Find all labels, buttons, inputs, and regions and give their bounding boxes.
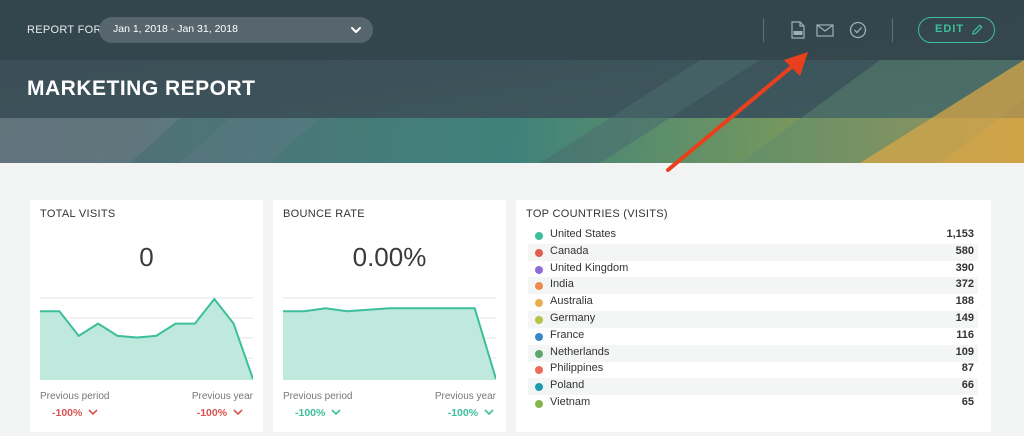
date-range-select[interactable]: Jan 1, 2018 - Jan 31, 2018 <box>99 17 373 43</box>
previous-period-label: Previous period <box>40 391 110 402</box>
country-row: United States 1,153 <box>528 227 978 244</box>
toolbar-divider <box>892 18 893 42</box>
report-for-label: REPORT FOR <box>27 24 102 36</box>
legend-dot <box>535 366 543 375</box>
edit-label: EDIT <box>935 23 965 35</box>
pencil-icon <box>972 24 983 35</box>
previous-year-label: Previous year <box>191 391 253 402</box>
pdf-icon[interactable] <box>788 20 808 40</box>
chevron-down-icon <box>331 409 341 416</box>
country-visits: 109 <box>955 345 974 358</box>
country-name: Philippines <box>550 362 604 375</box>
toolbar-divider <box>763 18 764 42</box>
total-visits-value: 0 <box>139 242 154 272</box>
country-name: France <box>550 328 585 341</box>
chevron-down-icon <box>351 27 361 33</box>
previous-year-label: Previous year <box>434 391 496 402</box>
card-title: TOP COUNTRIES (VISITS) <box>526 208 668 220</box>
country-name: Netherlands <box>550 345 610 358</box>
legend-dot <box>535 383 543 392</box>
legend-dot <box>535 248 543 257</box>
chevron-down-icon <box>484 409 494 416</box>
card-title: TOTAL VISITS <box>40 208 116 220</box>
previous-period-value: -100% <box>295 407 341 419</box>
country-name: United States <box>550 228 617 240</box>
legend-dot <box>535 232 543 240</box>
country-visits: 390 <box>955 261 974 274</box>
country-visits: 188 <box>955 295 974 308</box>
bounce-rate-card: BOUNCE RATE 0.00% Previous period Previo… <box>273 200 506 432</box>
bounce-rate-value: 0.00% <box>352 242 427 272</box>
top-bar: REPORT FOR Jan 1, 2018 - Jan 31, 2018 ED… <box>0 0 1024 60</box>
country-name: United Kingdom <box>550 261 629 274</box>
previous-year-value: -100% <box>197 407 243 419</box>
country-row: United Kingdom 390 <box>528 261 978 278</box>
legend-dot <box>535 265 543 274</box>
report-header: REPORT FOR Jan 1, 2018 - Jan 31, 2018 ED… <box>0 0 1024 163</box>
page-title: MARKETING REPORT <box>27 77 256 100</box>
country-row: Canada 580 <box>528 243 978 261</box>
country-row: Netherlands 109 <box>528 344 978 362</box>
country-visits: 87 <box>961 362 974 375</box>
legend-dot <box>535 299 543 308</box>
country-visits: 65 <box>961 396 974 408</box>
country-row: Australia 188 <box>528 294 978 311</box>
country-visits: 66 <box>961 379 974 392</box>
chevron-down-icon <box>233 409 243 416</box>
country-row: Philippines 87 <box>528 361 978 378</box>
country-visits: 116 <box>956 328 974 341</box>
legend-dot <box>535 332 543 341</box>
legend-dot <box>535 316 543 324</box>
country-row: India 372 <box>528 277 978 295</box>
date-range-value: Jan 1, 2018 - Jan 31, 2018 <box>113 23 238 35</box>
check-circle-icon[interactable] <box>848 20 868 40</box>
email-icon[interactable] <box>815 20 835 40</box>
country-visits: 580 <box>955 244 974 257</box>
country-name: Canada <box>550 244 589 257</box>
legend-dot <box>535 282 543 291</box>
legend-dot <box>535 349 543 358</box>
top-countries-card: TOP COUNTRIES (VISITS) United States 1,15… <box>516 200 991 432</box>
total-visits-card: TOTAL VISITS 0 Previous period Previous … <box>30 200 263 432</box>
country-name: Vietnam <box>550 396 591 408</box>
previous-period-label: Previous period <box>283 391 353 402</box>
country-name: India <box>550 278 574 291</box>
country-row: France 116 <box>528 328 978 345</box>
country-visits: 1,153 <box>946 228 974 240</box>
card-title: BOUNCE RATE <box>283 208 365 220</box>
country-name: Australia <box>550 295 593 308</box>
chevron-down-icon <box>88 409 98 416</box>
bounce-rate-sparkline <box>283 297 496 380</box>
country-visits: 149 <box>955 312 974 324</box>
country-name: Poland <box>550 379 585 392</box>
country-row: Poland 66 <box>528 378 978 396</box>
country-row: Germany 149 <box>528 311 978 328</box>
country-visits: 372 <box>955 278 974 291</box>
total-visits-sparkline <box>40 297 253 380</box>
edit-button[interactable]: EDIT <box>918 17 995 43</box>
previous-year-value: -100% <box>448 407 494 419</box>
legend-dot <box>535 400 543 408</box>
previous-period-value: -100% <box>52 407 98 419</box>
country-row: Vietnam 65 <box>528 395 978 412</box>
country-name: Germany <box>550 312 596 324</box>
